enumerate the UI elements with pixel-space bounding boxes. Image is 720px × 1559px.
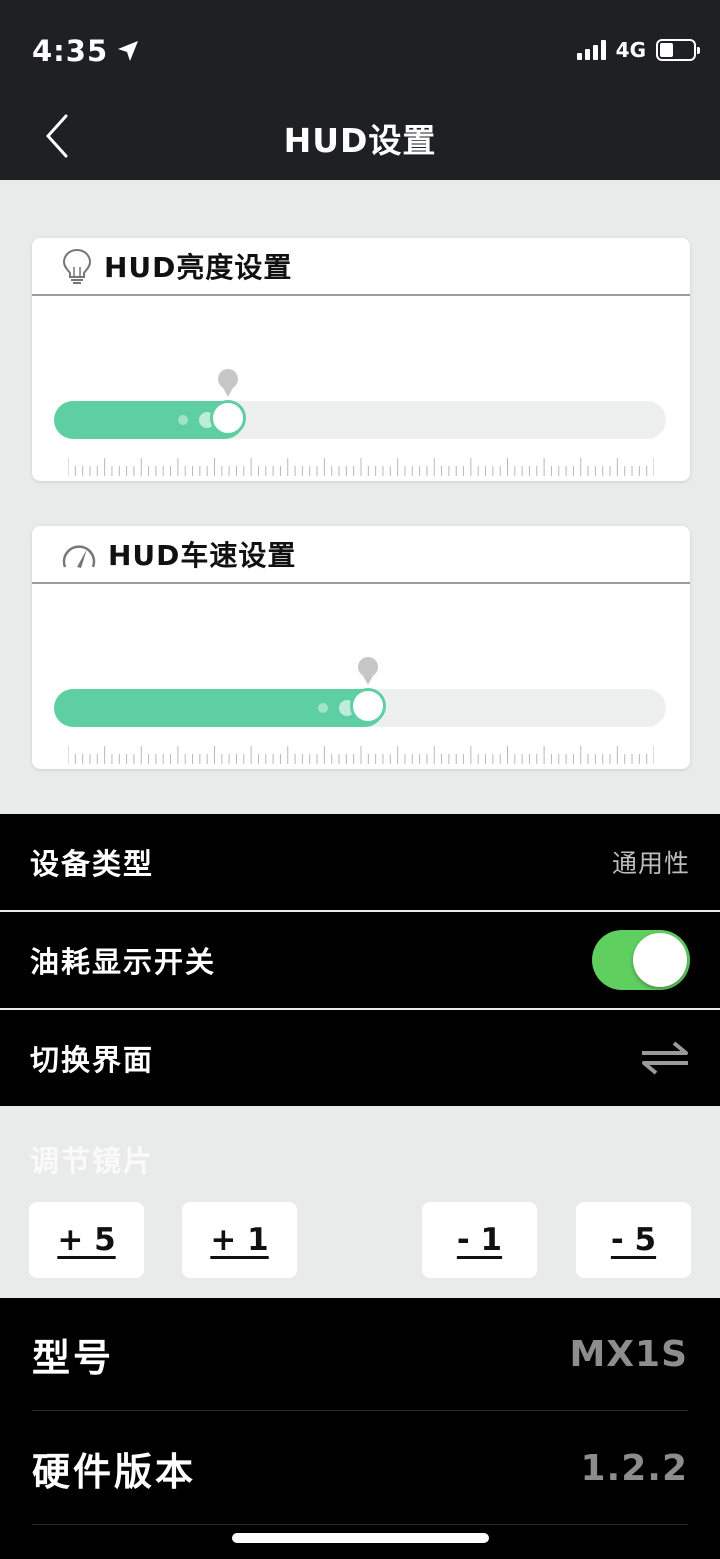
speed-slider-thumb[interactable] xyxy=(350,688,386,724)
speedometer-icon xyxy=(62,545,96,568)
brightness-slider[interactable] xyxy=(54,400,666,439)
swap-arrows-icon[interactable] xyxy=(640,1039,690,1077)
location-arrow-icon xyxy=(118,41,139,61)
toggle-knob xyxy=(633,933,687,987)
device-type-label: 设备类型 xyxy=(30,847,155,881)
speed-card: HUD车速设置 xyxy=(32,526,690,769)
slider-trail-dot xyxy=(178,415,188,425)
switch-ui-row[interactable]: 切换界面 xyxy=(0,1010,720,1106)
hardware-version-label: 硬件版本 xyxy=(32,1449,197,1494)
model-row: 型号 MX1S xyxy=(32,1298,688,1411)
brightness-slider-fill xyxy=(54,400,246,439)
speed-card-title: HUD车速设置 xyxy=(108,539,297,572)
brightness-ruler xyxy=(68,458,654,476)
battery-icon xyxy=(656,39,700,61)
status-time: 4:35 xyxy=(32,34,140,68)
speed-slider[interactable] xyxy=(54,688,666,727)
network-type: 4G xyxy=(615,38,646,62)
switch-ui-label: 切换界面 xyxy=(30,1043,155,1077)
fuel-display-row: 油耗显示开关 xyxy=(0,912,720,1008)
speed-card-header: HUD车速设置 xyxy=(32,526,690,584)
status-right: 4G xyxy=(576,38,700,62)
top-bar: 4:35 4G HUD设置 xyxy=(0,0,720,180)
home-indicator[interactable] xyxy=(232,1533,489,1543)
brightness-card: HUD亮度设置 xyxy=(32,238,690,481)
brightness-card-title: HUD亮度设置 xyxy=(104,251,293,284)
fuel-display-label: 油耗显示开关 xyxy=(30,945,217,979)
lens-plus-1-button[interactable]: + 1 xyxy=(182,1202,297,1278)
brightness-slider-thumb[interactable] xyxy=(210,400,246,436)
lens-minus-5-button[interactable]: - 5 xyxy=(576,1202,691,1278)
model-value: MX1S xyxy=(569,1333,688,1375)
slider-value-pin-icon xyxy=(218,369,238,397)
slider-trail-dot xyxy=(318,703,328,713)
brightness-card-header: HUD亮度设置 xyxy=(32,238,690,296)
lightbulb-icon xyxy=(62,248,92,284)
device-type-value: 通用性 xyxy=(611,849,690,878)
speed-slider-fill xyxy=(54,688,386,727)
lens-adjust-title: 调节镜片 xyxy=(30,1144,155,1178)
signal-icon xyxy=(576,40,606,60)
device-type-row[interactable]: 设备类型 通用性 xyxy=(0,814,720,910)
hardware-version-value: 1.2.2 xyxy=(580,1447,688,1489)
model-label: 型号 xyxy=(32,1335,115,1380)
slider-value-pin-icon xyxy=(358,657,378,685)
page-title: HUD设置 xyxy=(283,121,437,160)
hardware-version-row: 硬件版本 1.2.2 xyxy=(32,1412,688,1525)
device-info: 型号 MX1S 硬件版本 1.2.2 xyxy=(0,1298,720,1559)
lens-minus-1-button[interactable]: - 1 xyxy=(422,1202,537,1278)
lens-plus-5-button[interactable]: + 5 xyxy=(29,1202,144,1278)
fuel-display-toggle[interactable] xyxy=(592,930,690,990)
speed-ruler xyxy=(68,746,654,764)
